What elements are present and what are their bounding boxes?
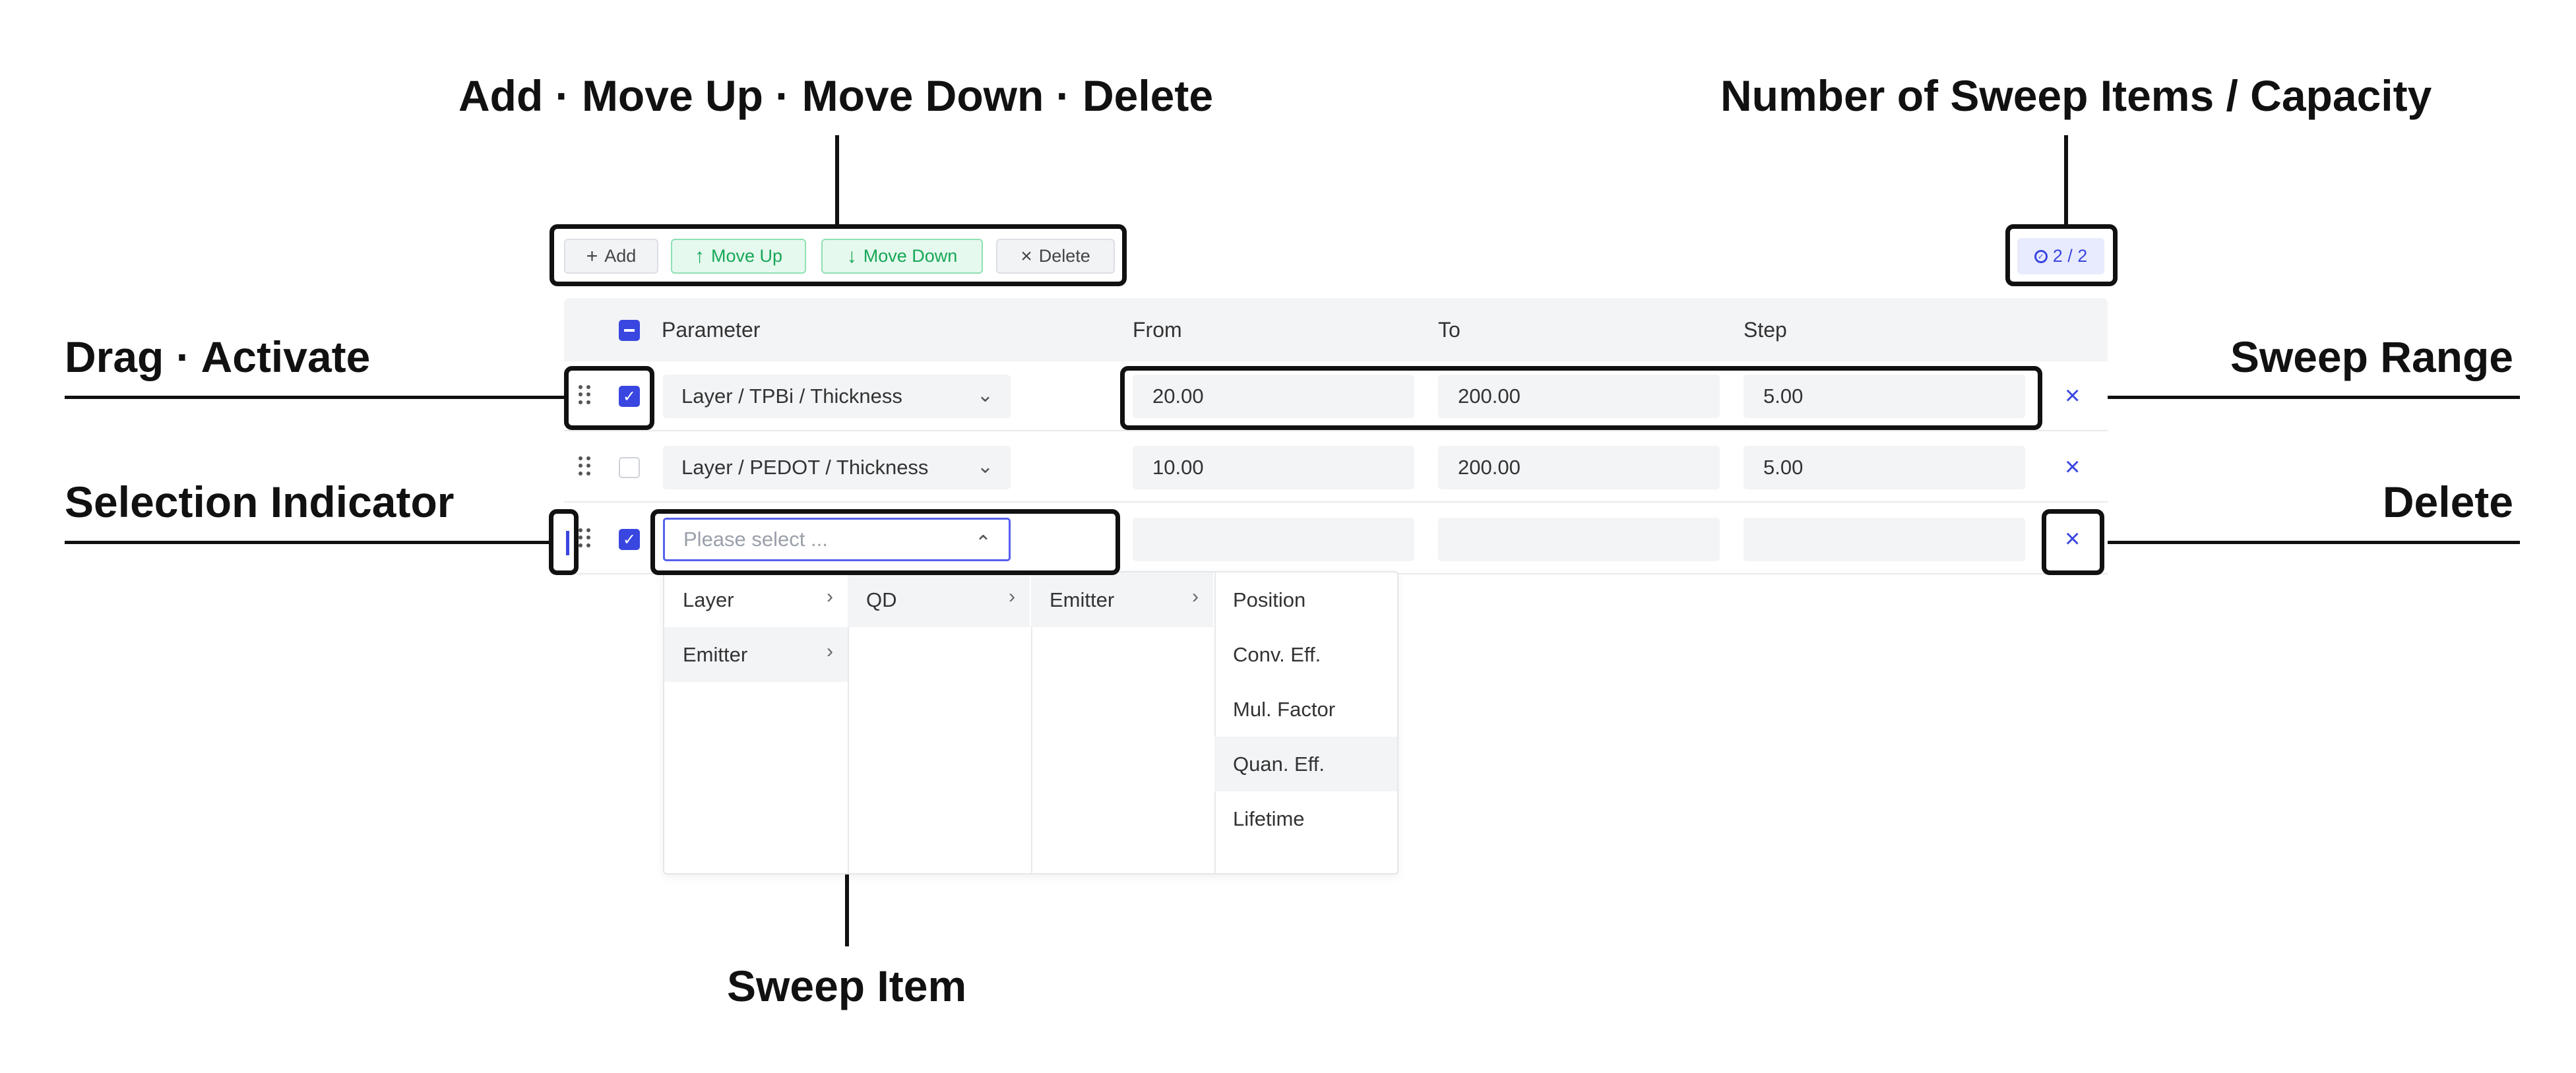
frame-drag-activate	[564, 366, 654, 430]
cascader-option[interactable]: Quan. Eff.	[1214, 737, 1397, 791]
cascader-column-2: QD ›	[848, 572, 1032, 873]
row-checkbox[interactable]: ✓	[619, 529, 640, 550]
chevron-right-icon: ›	[1192, 586, 1199, 607]
from-input[interactable]	[1133, 518, 1414, 561]
cascader-option-label: QD	[866, 588, 897, 611]
chevron-right-icon: ›	[827, 586, 833, 607]
cascader-option[interactable]: Emitter ›	[1031, 572, 1213, 627]
cascader-column-1: Layer › Emitter ›	[664, 572, 849, 873]
parameter-select[interactable]: Layer / PEDOT / Thickness ⌄	[663, 446, 1011, 489]
step-input[interactable]	[1744, 518, 2025, 561]
cascader-option-label: Layer	[683, 588, 734, 611]
from-input[interactable]: 10.00	[1133, 446, 1414, 489]
row-delete-icon[interactable]: ×	[2065, 381, 2080, 411]
leader-line-delete	[2098, 541, 2520, 544]
chevron-right-icon: ›	[1009, 586, 1015, 607]
frame-sweep-range	[1120, 366, 2042, 430]
frame-selection-indicator	[549, 509, 579, 575]
frame-sweep-item	[650, 509, 1120, 575]
cascader-dropdown: Layer › Emitter › QD › Emitter › Positio…	[663, 571, 1398, 874]
frame-capacity	[2005, 224, 2118, 286]
leader-line-toolbar	[835, 135, 839, 228]
check-icon: ✓	[622, 530, 637, 549]
step-input[interactable]: 5.00	[1744, 446, 2025, 489]
chevron-down-icon: ⌄	[976, 456, 993, 477]
header-to: To	[1438, 318, 1461, 342]
chevron-down-icon: ⌄	[976, 384, 993, 406]
parameter-value: Layer / PEDOT / Thickness	[681, 456, 929, 479]
cascader-option[interactable]: Position	[1214, 572, 1397, 627]
leader-line-drag	[65, 396, 566, 399]
callout-delete: Delete	[2382, 477, 2513, 526]
table-header: Parameter From To Step	[564, 298, 2108, 361]
to-input[interactable]	[1438, 518, 1720, 561]
callout-sweep-range: Sweep Range	[2230, 332, 2513, 381]
drag-handle-icon[interactable]	[579, 528, 592, 548]
header-from: From	[1133, 318, 1182, 342]
cascader-option[interactable]: QD ›	[848, 572, 1030, 627]
leader-line-selection	[65, 541, 550, 544]
cascader-option[interactable]: Conv. Eff.	[1214, 627, 1397, 682]
cascader-option-label: Emitter	[683, 642, 748, 666]
parameter-select[interactable]: Layer / TPBi / Thickness ⌄	[663, 375, 1011, 418]
leader-line-capacity	[2064, 135, 2068, 228]
to-input[interactable]: 200.00	[1438, 446, 1720, 489]
cascader-option[interactable]: Lifetime	[1214, 791, 1397, 846]
cascader-column-4: Position Conv. Eff. Mul. Factor Quan. Ef…	[1214, 572, 1397, 873]
select-all-checkbox[interactable]	[619, 320, 640, 341]
header-parameter: Parameter	[662, 318, 761, 342]
callout-capacity: Number of Sweep Items / Capacity	[1720, 71, 2432, 120]
callout-drag-activate: Drag · Activate	[65, 332, 371, 381]
cascader-column-3: Emitter ›	[1031, 572, 1216, 873]
table-row: Layer / PEDOT / Thickness ⌄ 10.00 200.00…	[564, 433, 2108, 503]
frame-toolbar	[550, 224, 1127, 286]
cascader-option[interactable]: Emitter ›	[664, 627, 848, 682]
callout-sweep-item: Sweep Item	[727, 962, 967, 1010]
cascader-option[interactable]: Layer ›	[664, 572, 848, 627]
frame-delete	[2042, 509, 2104, 575]
parameter-value: Layer / TPBi / Thickness	[681, 384, 902, 408]
cascader-option[interactable]: Mul. Factor	[1214, 682, 1397, 737]
cascader-option-label: Emitter	[1050, 588, 1115, 611]
header-step: Step	[1744, 318, 1787, 342]
callout-selection-indicator: Selection Indicator	[65, 477, 455, 526]
row-checkbox[interactable]	[619, 457, 640, 478]
callout-toolbar: Add · Move Up · Move Down · Delete	[458, 71, 1214, 120]
drag-handle-icon[interactable]	[579, 456, 592, 476]
chevron-right-icon: ›	[827, 640, 833, 662]
leader-line-range	[2038, 396, 2520, 399]
row-delete-icon[interactable]: ×	[2065, 452, 2080, 482]
